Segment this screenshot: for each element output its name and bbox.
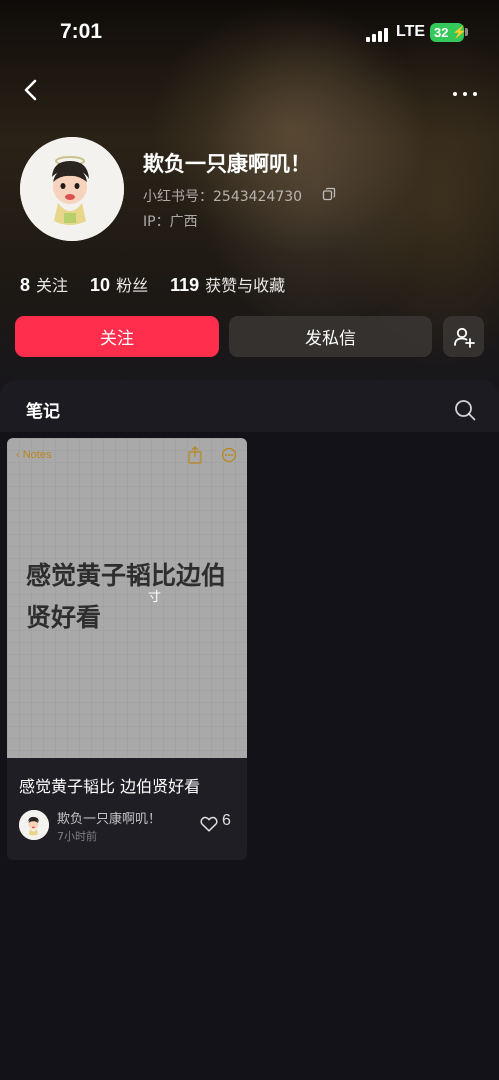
- note-time: 7小时前: [57, 830, 97, 843]
- battery-tip: [465, 28, 468, 36]
- note-cover-image[interactable]: ‹ Notes 感觉黄子韬比边伯贤好看 寸: [7, 438, 247, 758]
- message-button[interactable]: 发私信: [229, 316, 432, 357]
- stat-following[interactable]: 8 关注: [20, 272, 68, 296]
- battery-level: 32: [434, 25, 449, 40]
- share-icon: [188, 446, 202, 464]
- avatar[interactable]: [20, 137, 124, 241]
- cover-back-label: Notes: [22, 449, 52, 461]
- stat-number: 10: [90, 275, 111, 295]
- ip-location: IP：广西: [143, 214, 198, 230]
- notes-tabbar: 笔记: [0, 380, 499, 432]
- tab-notes[interactable]: 笔记: [26, 397, 60, 422]
- add-friend-button[interactable]: [443, 316, 484, 357]
- stat-followers[interactable]: 10 粉丝: [90, 272, 148, 296]
- like-count: 6: [222, 812, 231, 829]
- copy-icon[interactable]: [322, 187, 336, 201]
- stat-label: 获赞与收藏: [205, 276, 286, 295]
- note-author: 欺负一只康啊叽！: [57, 812, 162, 827]
- boy-cartoon-avatar-icon: [19, 810, 49, 840]
- boy-cartoon-avatar-icon: [20, 137, 124, 241]
- stat-likes-collects[interactable]: 119 获赞与收藏: [170, 272, 285, 296]
- add-person-icon: [453, 327, 475, 348]
- cover-back-link: ‹ Notes: [16, 449, 51, 461]
- stat-number: 119: [170, 275, 200, 295]
- back-icon[interactable]: [18, 76, 46, 104]
- stat-label: 粉丝: [116, 276, 149, 295]
- top-nav: [0, 70, 499, 110]
- search-icon[interactable]: [454, 399, 476, 421]
- author-avatar: [19, 810, 49, 840]
- profile-stats: 8 关注 10 粉丝 119 获赞与收藏: [20, 272, 307, 296]
- ellipsis-circle-icon: [221, 447, 237, 463]
- notes-section: 笔记 ‹ Notes 感觉黄子韬比边伯贤好看 寸 感觉黄子韬比 边伯贤好看 欺负…: [0, 380, 499, 1080]
- follow-button[interactable]: 关注: [15, 316, 219, 357]
- heart-icon[interactable]: [200, 816, 218, 832]
- profile-nickname: 欺负一只康啊叽！: [143, 152, 311, 176]
- redbook-id: 小红书号：2543424730: [143, 189, 303, 205]
- stat-number: 8: [20, 275, 31, 295]
- signal-icon: [366, 26, 390, 42]
- note-title: 感觉黄子韬比 边伯贤好看: [19, 777, 201, 796]
- network-label: LTE: [396, 23, 426, 40]
- chevron-left-icon: ‹: [16, 449, 20, 461]
- more-icon[interactable]: [450, 76, 482, 104]
- cover-text: 感觉黄子韬比边伯贤好看: [26, 561, 227, 632]
- status-time: 7:01: [60, 20, 103, 43]
- status-bar: 7:01 LTE 32 ⚡: [0, 0, 499, 64]
- stat-label: 关注: [36, 276, 69, 295]
- text-cursor-glyph: 寸: [148, 590, 162, 605]
- note-card[interactable]: ‹ Notes 感觉黄子韬比边伯贤好看 寸 感觉黄子韬比 边伯贤好看 欺负一只康…: [7, 438, 247, 860]
- battery-icon: 32 ⚡: [430, 23, 467, 42]
